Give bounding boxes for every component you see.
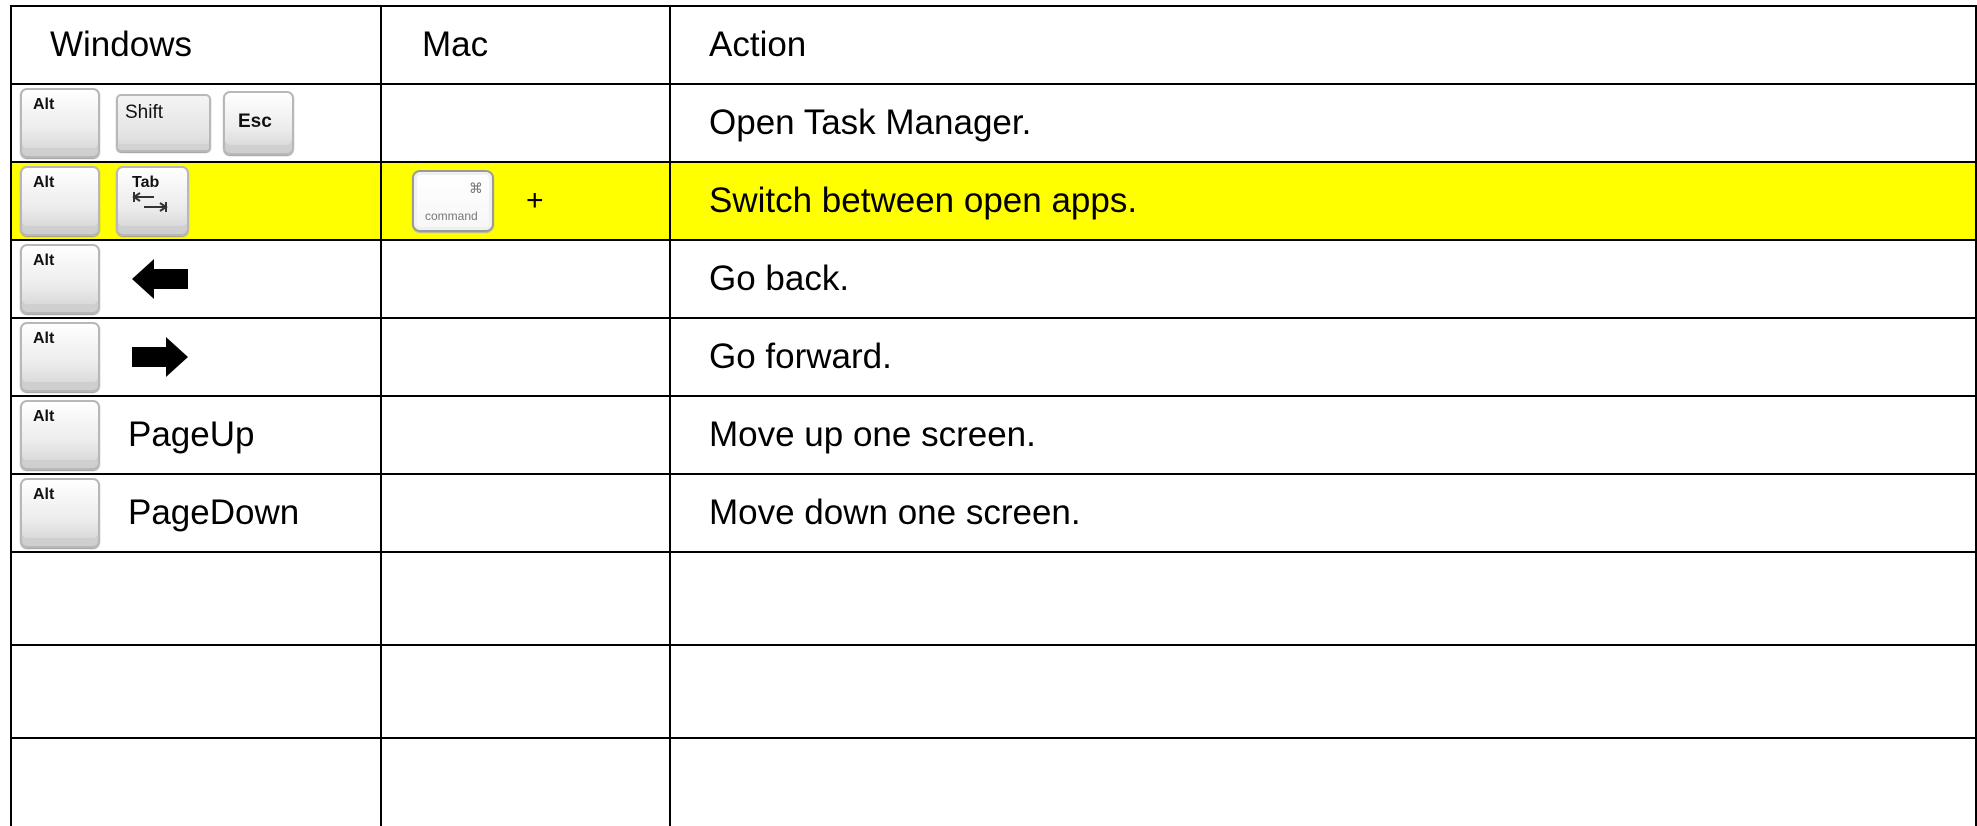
table-row: Alt Shift Esc Open Task Manager. [10,83,1977,163]
right-arrow-icon [130,335,190,379]
mac-cell [380,239,671,319]
windows-cell: Alt Shift Esc [10,83,382,163]
windows-cell: Alt PageUp [10,395,382,475]
left-arrow-icon [130,257,190,301]
table-row: Alt Go forward. [10,317,1977,397]
windows-cell: Alt [10,239,382,319]
action-cell: Go forward. [669,317,1977,397]
mac-cell [380,317,671,397]
windows-cell: Alt Tab [10,161,382,241]
empty-cell [380,644,671,739]
header-action: Action [709,25,807,64]
header-mac-cell: Mac [380,5,671,85]
alt-key-icon: Alt [20,244,100,314]
empty-cell [380,551,671,646]
alt-key-icon: Alt [20,88,100,158]
empty-cell [669,737,1977,826]
action-cell: Switch between open apps. [669,161,1977,241]
shift-key-icon: Shift [116,94,211,152]
mac-cell [380,395,671,475]
action-cell: Move up one screen. [669,395,1977,475]
action-text: Move down one screen. [709,493,1081,532]
empty-row [10,551,1977,646]
alt-key-icon: Alt [20,400,100,470]
mac-cell [380,473,671,553]
empty-row [10,737,1977,826]
mac-cell: ⌘ command + [380,161,671,241]
alt-key-icon: Alt [20,478,100,548]
action-cell: Move down one screen. [669,473,1977,553]
shortcut-sheet: Windows Mac Action Alt Shift Esc Open Ta… [0,0,1977,826]
action-text: Go back. [709,259,850,298]
action-text: Open Task Manager. [709,103,1032,142]
action-cell: Go back. [669,239,1977,319]
mac-cell [380,83,671,163]
esc-key-icon: Esc [223,91,294,155]
plus-sign: + [526,184,544,217]
action-cell: Open Task Manager. [669,83,1977,163]
pagedown-text: PageDown [128,493,300,532]
alt-key-icon: Alt [20,166,100,236]
empty-cell [380,737,671,826]
header-windows: Windows [50,25,192,64]
tab-key-icon: Tab [116,166,189,236]
command-key-icon: ⌘ command [412,170,494,232]
pageup-text: PageUp [128,415,255,454]
empty-cell [10,644,382,739]
table-row: Alt PageUp Move up one screen. [10,395,1977,475]
header-action-cell: Action [669,5,1977,85]
table-row-highlighted: Alt Tab ⌘ command + Switch between open … [10,161,1977,241]
table-row: Alt Go back. [10,239,1977,319]
shortcut-table: Windows Mac Action Alt Shift Esc Open Ta… [10,5,1977,826]
alt-key-icon: Alt [20,322,100,392]
table-row: Alt PageDown Move down one screen. [10,473,1977,553]
action-text: Switch between open apps. [709,181,1138,220]
header-windows-cell: Windows [10,5,382,85]
windows-cell: Alt [10,317,382,397]
tab-arrows-icon [132,192,168,212]
action-text: Go forward. [709,337,892,376]
empty-cell [669,644,1977,739]
empty-cell [10,737,382,826]
action-text: Move up one screen. [709,415,1036,454]
empty-row [10,644,1977,739]
header-row: Windows Mac Action [10,5,1977,85]
empty-cell [10,551,382,646]
windows-cell: Alt PageDown [10,473,382,553]
header-mac: Mac [422,25,489,64]
empty-cell [669,551,1977,646]
